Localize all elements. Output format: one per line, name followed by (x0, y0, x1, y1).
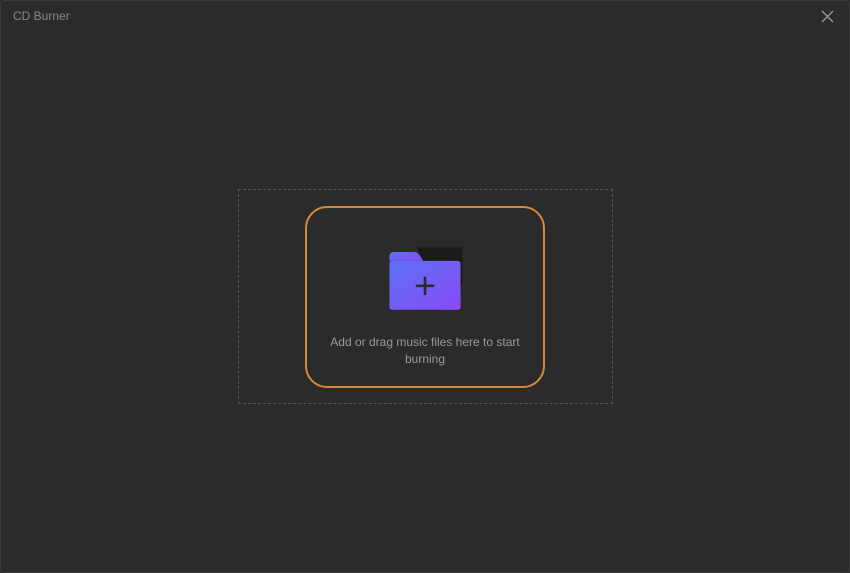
drop-zone[interactable]: Add or drag music files here to start bu… (305, 206, 545, 388)
add-folder-icon (380, 236, 470, 316)
close-icon (821, 10, 834, 23)
close-button[interactable] (817, 6, 837, 26)
outer-drop-region: Add or drag music files here to start bu… (238, 189, 613, 404)
drop-instruction-text: Add or drag music files here to start bu… (317, 334, 533, 368)
content-area: Add or drag music files here to start bu… (1, 31, 849, 572)
window-title: CD Burner (13, 9, 70, 23)
title-bar: CD Burner (1, 1, 849, 31)
